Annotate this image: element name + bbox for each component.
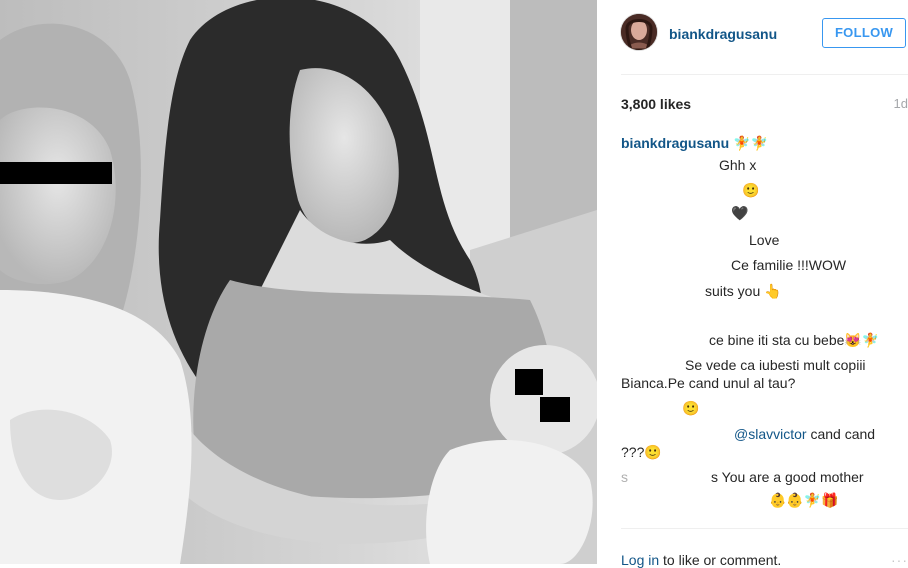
photo-image	[0, 0, 597, 564]
comment-line: ???🙂	[621, 444, 662, 460]
caption-emoji: 🧚🧚	[733, 135, 768, 151]
comment-line: Bianca.Pe cand unul al tau?	[621, 375, 796, 391]
comment-line: s	[621, 469, 628, 485]
post-photo[interactable]	[0, 0, 597, 564]
login-link[interactable]: Log in	[621, 552, 659, 568]
caption: biankdragusanu 🧚🧚	[621, 134, 908, 152]
comment-line: suits you 👆	[705, 283, 782, 299]
comment-line: Se vede ca iubesti mult copiii	[685, 357, 866, 373]
avatar[interactable]	[621, 14, 657, 50]
comment-text: cand cand	[810, 426, 876, 442]
comment-line: @slavvictor cand cand	[734, 426, 875, 442]
post-header: biankdragusanu FOLLOW	[597, 0, 908, 74]
divider	[621, 528, 908, 529]
mention-link[interactable]: @slavvictor	[734, 426, 807, 442]
caption-username[interactable]: biankdragusanu	[621, 135, 729, 151]
comment-line: 👶👶🧚🎁	[769, 492, 839, 508]
comment-line: 🙂	[682, 400, 700, 416]
comment-line: Ce familie !!!WOW	[731, 257, 847, 273]
comment-line: Love	[749, 232, 780, 248]
more-options-button[interactable]: ···	[891, 552, 908, 568]
avatar-image	[621, 14, 657, 50]
comment-line: 🙂	[742, 182, 760, 198]
divider	[621, 74, 908, 75]
post-age[interactable]: 1d	[894, 96, 908, 111]
likes-count[interactable]: 3,800 likes	[621, 96, 691, 112]
comment-line: Ghh x	[719, 157, 757, 173]
comment-line: 🖤	[731, 205, 749, 221]
comment-line: ce bine iti sta cu bebe😻🧚	[709, 332, 880, 348]
post-footer: Log in to like or comment.	[621, 552, 781, 568]
post-side-panel: biankdragusanu FOLLOW 3,800 likes 1d bia…	[597, 0, 908, 568]
comment-line: s You are a good mother	[711, 469, 864, 485]
author-username[interactable]: biankdragusanu	[669, 26, 777, 42]
follow-button[interactable]: FOLLOW	[822, 18, 906, 48]
login-hint: to like or comment.	[659, 552, 782, 568]
